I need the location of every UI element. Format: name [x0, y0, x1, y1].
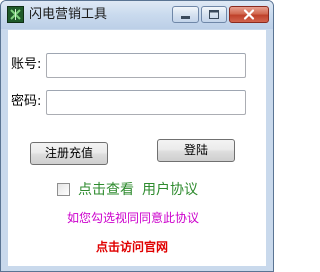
- login-button[interactable]: 登陆: [157, 139, 235, 162]
- close-button[interactable]: [229, 6, 269, 23]
- visit-website-link[interactable]: 点击访问官网: [96, 239, 168, 255]
- password-input[interactable]: [46, 90, 246, 115]
- account-input[interactable]: [46, 53, 246, 78]
- maximize-button[interactable]: [201, 6, 227, 23]
- agreement-checkbox[interactable]: [57, 183, 70, 196]
- account-label: 账号:: [11, 57, 42, 72]
- minimize-button[interactable]: [172, 6, 199, 23]
- title-bar[interactable]: 闪电营销工具: [1, 1, 273, 29]
- agreement-notice: 如您勾选视同同意此协议: [67, 211, 200, 225]
- view-agreement-link[interactable]: 点击查看: [78, 181, 134, 199]
- user-agreement-link[interactable]: 用户协议: [142, 181, 198, 199]
- password-label: 密码:: [11, 94, 42, 109]
- register-recharge-button[interactable]: 注册充值: [30, 142, 108, 165]
- window-title: 闪电营销工具: [29, 7, 108, 22]
- login-panel: 账号: 密码: 注册充值 登陆 点击查看 用户协议 如您勾选视同同意此协议 点击…: [8, 30, 266, 266]
- minimize-icon: [181, 16, 190, 19]
- main-window: 闪电营销工具 账号: 密码: 注册充值 登陆 点击查看 用户协议 如您勾选视同同…: [0, 0, 274, 272]
- close-icon: [243, 9, 255, 20]
- app-icon: [7, 6, 24, 23]
